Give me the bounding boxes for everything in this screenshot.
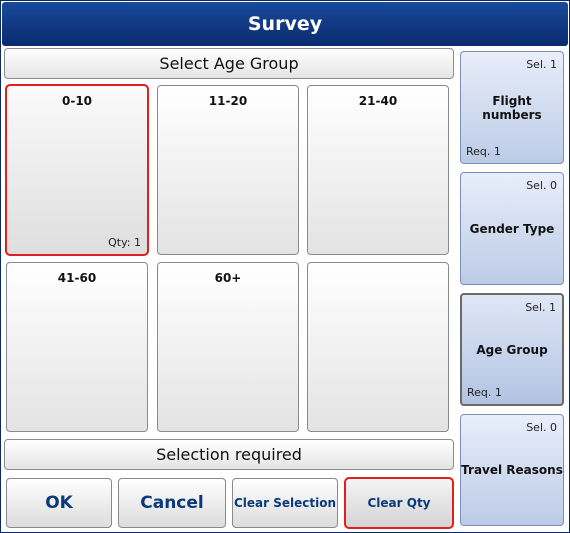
category-flight-numbers[interactable]: Sel. 1 Flight numbers Req. 1 (460, 51, 564, 164)
clear-qty-button[interactable]: Clear Qty (344, 477, 454, 529)
age-tile-60-plus[interactable]: 60+ (157, 262, 299, 432)
age-tile-empty[interactable] (307, 262, 449, 432)
age-tile-0-10[interactable]: 0-10 Qty: 1 (5, 84, 149, 256)
age-tile-41-60[interactable]: 41-60 (6, 262, 148, 432)
category-travel-reasons[interactable]: Sel. 0 Travel Reasons (460, 414, 564, 526)
section-header: Select Age Group (4, 48, 454, 79)
window-title: Survey (2, 2, 568, 46)
ok-button[interactable]: OK (6, 478, 112, 528)
selection-status: Selection required (4, 439, 454, 470)
tile-qty: Qty: 1 (108, 236, 141, 249)
tile-label: 0-10 (61, 94, 93, 108)
tile-label: 60+ (214, 271, 242, 285)
age-tile-11-20[interactable]: 11-20 (157, 85, 299, 255)
category-gender-type[interactable]: Sel. 0 Gender Type (460, 172, 564, 285)
clear-selection-button[interactable]: Clear Selection (232, 478, 338, 528)
cancel-button[interactable]: Cancel (118, 478, 226, 528)
tile-label: 41-60 (57, 271, 97, 285)
tile-label: 21-40 (358, 94, 398, 108)
category-title: Travel Reasons (461, 463, 563, 477)
category-title: Gender Type (469, 221, 555, 236)
age-tile-21-40[interactable]: 21-40 (307, 85, 449, 255)
required-count: Req. 1 (467, 386, 502, 399)
tile-label: 11-20 (208, 94, 248, 108)
category-age-group[interactable]: Sel. 1 Age Group Req. 1 (460, 293, 564, 406)
required-count: Req. 1 (466, 145, 501, 158)
